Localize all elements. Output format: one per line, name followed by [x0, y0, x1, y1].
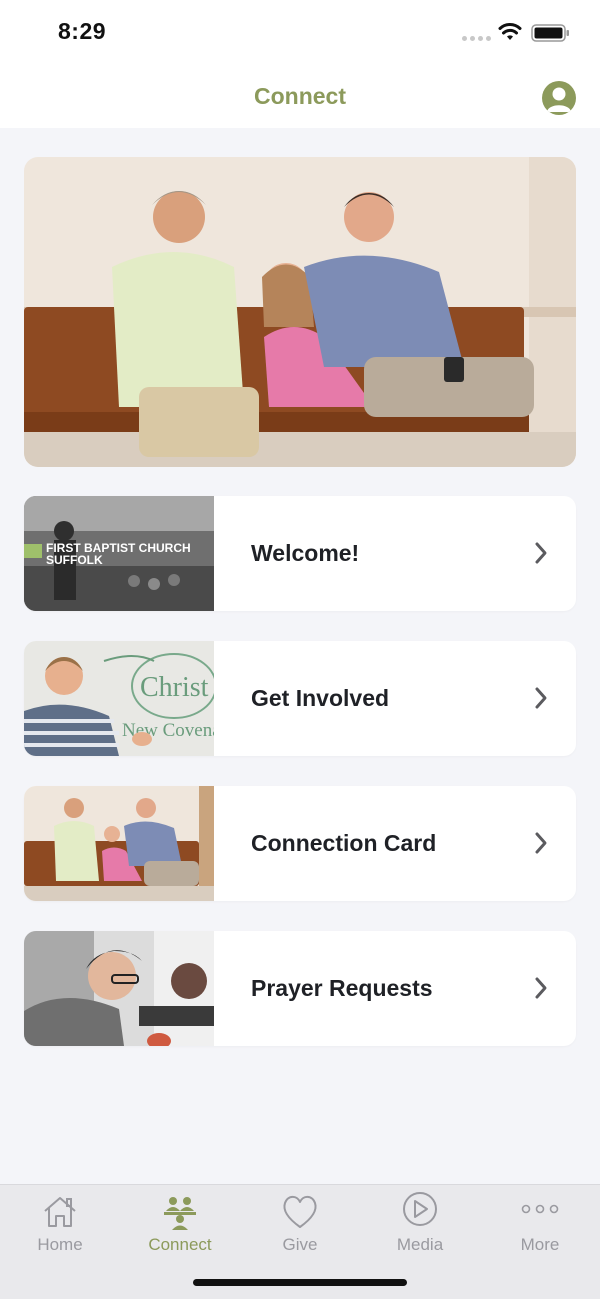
- heart-icon: [283, 1195, 317, 1228]
- hero-image: [24, 157, 576, 467]
- tab-label-more: More: [520, 1235, 560, 1254]
- status-bar: 8:29: [0, 0, 600, 64]
- house-icon: [44, 1197, 76, 1227]
- tab-more[interactable]: More: [480, 1185, 600, 1265]
- people-icon: [164, 1197, 196, 1230]
- tab-media[interactable]: Media: [360, 1185, 480, 1265]
- chevron-right-icon: [535, 832, 547, 854]
- chevron-right-icon: [535, 542, 547, 564]
- navigation-bar: Connect: [0, 64, 600, 128]
- tab-connect[interactable]: Connect: [120, 1185, 240, 1265]
- signal-icon: [462, 36, 491, 41]
- tab-give[interactable]: Give: [240, 1185, 360, 1265]
- battery-icon: [531, 24, 569, 42]
- tab-label-connect: Connect: [148, 1235, 212, 1254]
- menu-card-welcome[interactable]: FIRST BAPTIST CHURCH SUFFOLK Welcome!: [24, 496, 576, 611]
- get-involved-thumbnail: Christ New Covena: [24, 641, 214, 756]
- prayer-requests-thumbnail: [24, 931, 214, 1046]
- menu-card-connection-card[interactable]: Connection Card: [24, 786, 576, 901]
- card-label-connection-card: Connection Card: [251, 830, 437, 856]
- tab-label-give: Give: [282, 1235, 318, 1254]
- card-label-welcome: Welcome!: [251, 540, 360, 566]
- welcome-thumbnail: FIRST BAPTIST CHURCH SUFFOLK: [24, 496, 214, 611]
- whiteboard-text-christ: Christ: [140, 672, 209, 703]
- card-label-prayer-requests: Prayer Requests: [251, 975, 433, 1001]
- menu-card-get-involved[interactable]: Christ New Covena Get Involved: [24, 641, 576, 756]
- ellipsis-icon: [521, 1204, 559, 1214]
- person-icon: [547, 87, 571, 112]
- menu-card-prayer-requests[interactable]: Prayer Requests: [24, 931, 576, 1046]
- status-time: 8:29: [58, 18, 107, 44]
- wifi-icon: [498, 23, 522, 40]
- card-label-get-involved: Get Involved: [251, 685, 390, 711]
- page-title: Connect: [254, 83, 346, 109]
- tab-home[interactable]: Home: [0, 1185, 120, 1265]
- connection-card-thumbnail: [24, 786, 214, 901]
- home-indicator: [193, 1279, 407, 1286]
- chevron-right-icon: [535, 687, 547, 709]
- play-icon: [403, 1192, 437, 1226]
- tab-label-media: Media: [396, 1235, 444, 1254]
- tab-label-home: Home: [37, 1235, 83, 1254]
- thumbnail-text-line2: SUFFOLK: [46, 553, 103, 567]
- chevron-right-icon: [535, 977, 547, 999]
- profile-button[interactable]: [542, 81, 576, 115]
